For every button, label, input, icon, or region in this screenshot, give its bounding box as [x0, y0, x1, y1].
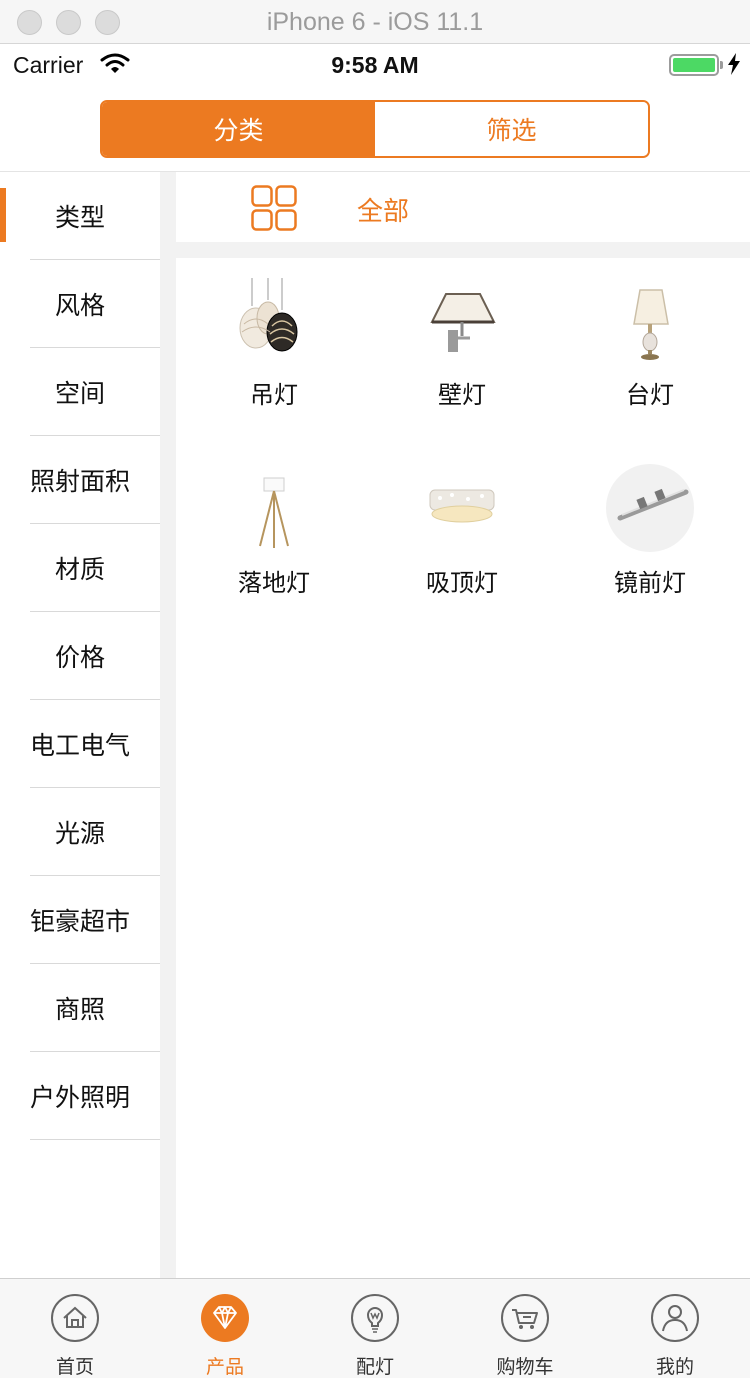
charging-bolt-icon [728, 53, 740, 75]
category-floor[interactable]: 落地灯 [180, 464, 368, 624]
sidebar-item-supermarket[interactable]: 钜豪超市 [0, 876, 160, 964]
segment-category[interactable]: 分类 [102, 102, 375, 156]
sidebar-item-electrical[interactable]: 电工电气 [0, 700, 160, 788]
category-label: 壁灯 [438, 381, 486, 409]
tab-label: 购物车 [496, 1356, 554, 1378]
all-categories-row[interactable]: 全部 [176, 172, 750, 242]
floor-lamp-icon [230, 464, 318, 552]
mirror-lamp-icon [606, 464, 694, 552]
sidebar-gutter [160, 172, 176, 1278]
tab-label: 产品 [205, 1356, 244, 1378]
category-table[interactable]: 台灯 [556, 276, 744, 436]
sidebar-item-material[interactable]: 材质 [0, 524, 160, 612]
category-label: 落地灯 [238, 569, 310, 597]
diamond-icon [201, 1294, 249, 1342]
category-ceiling[interactable]: 吸顶灯 [368, 464, 556, 624]
tab-cart[interactable]: 购物车 [450, 1279, 600, 1378]
home-icon [51, 1294, 99, 1342]
content-separator [176, 242, 750, 258]
segment-filter[interactable]: 筛选 [375, 102, 648, 156]
cart-icon [501, 1294, 549, 1342]
simulator-title-bar: iPhone 6 - iOS 11.1 [0, 0, 750, 44]
tab-profile[interactable]: 我的 [600, 1279, 750, 1378]
category-label: 吊灯 [250, 381, 298, 409]
tab-label: 我的 [655, 1356, 694, 1378]
category-mirror[interactable]: 镜前灯 [556, 464, 744, 624]
category-label: 镜前灯 [614, 569, 686, 597]
all-label: 全部 [357, 197, 410, 227]
sidebar-item-space[interactable]: 空间 [0, 348, 160, 436]
person-icon [651, 1294, 699, 1342]
wall-lamp-icon [418, 276, 506, 364]
category-pendant[interactable]: 吊灯 [180, 276, 368, 436]
tab-label: 首页 [55, 1356, 94, 1378]
category-label: 台灯 [626, 381, 674, 409]
sidebar-item-commercial[interactable]: 商照 [0, 964, 160, 1052]
ceiling-lamp-icon [418, 464, 506, 552]
battery-icon [669, 54, 719, 76]
sidebar-item-area[interactable]: 照射面积 [0, 436, 160, 524]
battery-tip [720, 61, 723, 69]
simulator-title: iPhone 6 - iOS 11.1 [266, 8, 484, 36]
status-bar: Carrier 9:58 AM [0, 44, 750, 86]
bulb-icon [351, 1294, 399, 1342]
category-label: 吸顶灯 [426, 569, 498, 597]
tab-home[interactable]: 首页 [0, 1279, 150, 1378]
sidebar-item-type[interactable]: 类型 [0, 172, 160, 260]
tab-label: 配灯 [355, 1356, 394, 1378]
category-wall[interactable]: 壁灯 [368, 276, 556, 436]
segmented-control: 分类 筛选 [100, 100, 650, 158]
sidebar-item-style[interactable]: 风格 [0, 260, 160, 348]
tab-lighting[interactable]: 配灯 [300, 1279, 450, 1378]
sidebar-item-price[interactable]: 价格 [0, 612, 160, 700]
sidebar-item-light-source[interactable]: 光源 [0, 788, 160, 876]
sidebar-item-outdoor[interactable]: 户外照明 [0, 1052, 160, 1140]
category-sidebar: 类型 风格 空间 照射面积 材质 价格 电工电气 光源 钜豪超市 商照 户外照明 [0, 172, 160, 1278]
table-lamp-icon [606, 276, 694, 364]
pendant-lamp-icon [230, 276, 318, 364]
grid-icon [251, 185, 297, 231]
tab-bar: 首页 产品 配灯 购物车 我的 [0, 1278, 750, 1378]
status-time: 9:58 AM [331, 52, 419, 78]
tab-products[interactable]: 产品 [150, 1279, 300, 1378]
